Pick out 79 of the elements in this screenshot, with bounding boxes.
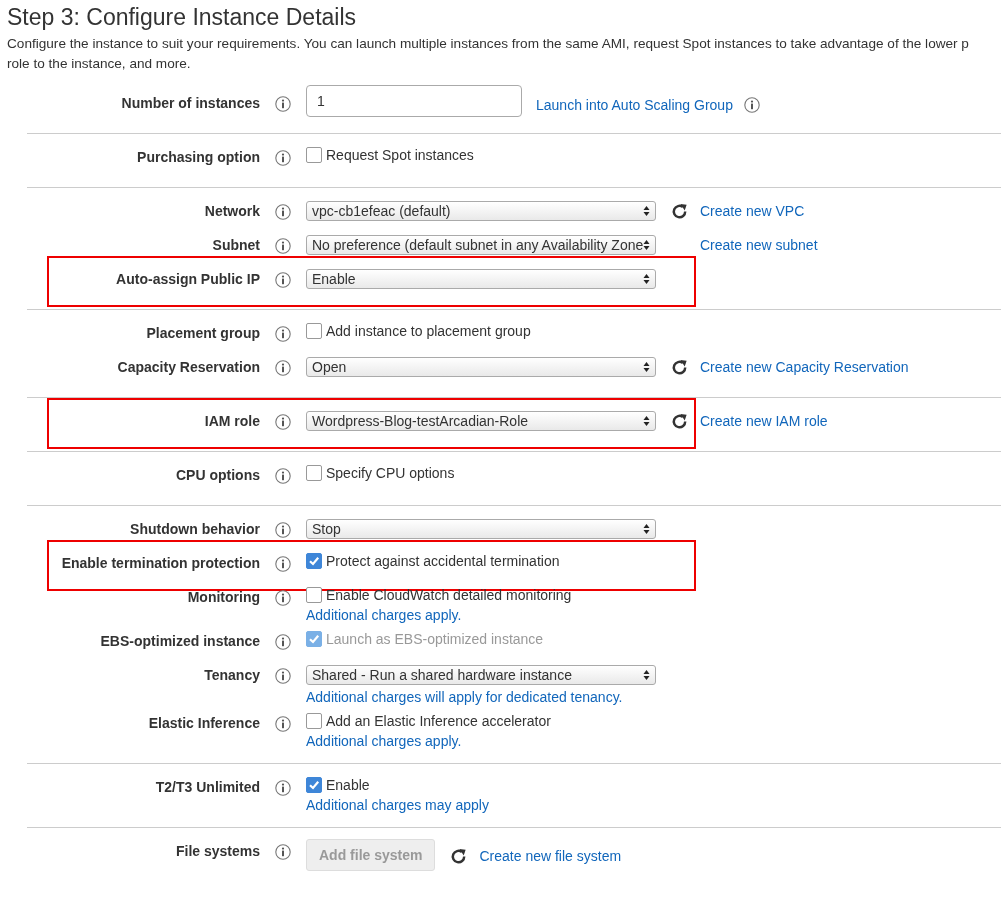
checkbox[interactable] — [306, 147, 322, 163]
field-label: Placement group — [146, 325, 260, 341]
info-icon[interactable] — [275, 272, 291, 288]
field-label: Number of instances — [121, 95, 260, 111]
dropdown-arrows-icon — [643, 361, 650, 373]
dropdown-select[interactable]: Shared - Run a shared hardware instance — [306, 665, 656, 685]
field-label: CPU options — [176, 467, 260, 483]
field-label: Monitoring — [187, 589, 260, 605]
info-icon[interactable] — [275, 468, 291, 484]
field-label: Enable termination protection — [61, 555, 260, 571]
dropdown-arrows-icon — [643, 523, 650, 535]
checkbox-label[interactable]: Enable — [326, 777, 370, 793]
field-label: Subnet — [212, 237, 260, 253]
checkbox-label[interactable]: Protect against accidental termination — [326, 553, 560, 569]
info-icon[interactable] — [275, 634, 291, 650]
info-icon[interactable] — [275, 522, 291, 538]
info-icon[interactable] — [275, 716, 291, 732]
dropdown-arrows-icon — [643, 669, 650, 681]
field-label: Shutdown behavior — [130, 521, 260, 537]
dropdown-arrows-icon — [643, 273, 650, 285]
checkbox-label[interactable]: Add an Elastic Inference accelerator — [326, 713, 551, 729]
number-input-field[interactable]: 1 — [306, 85, 522, 117]
checkbox-label[interactable]: Enable CloudWatch detailed monitoring — [326, 587, 572, 603]
dropdown-arrows-icon — [643, 415, 650, 427]
refresh-icon[interactable] — [670, 411, 689, 431]
checkbox-label[interactable]: Request Spot instances — [326, 147, 474, 163]
dropdown-select[interactable]: Wordpress-Blog-testArcadian-Role — [306, 411, 656, 431]
info-icon[interactable] — [275, 150, 291, 166]
checkbox[interactable] — [306, 323, 322, 339]
note-link[interactable]: Additional charges will apply for dedicated tenancy. — [306, 689, 1001, 705]
field-label: Purchasing option — [137, 149, 260, 165]
dropdown-arrows-icon — [643, 239, 650, 251]
field-label: Elastic Inference — [148, 715, 260, 731]
field-label: Auto-assign Public IP — [116, 271, 260, 287]
info-icon[interactable] — [275, 844, 291, 860]
info-icon[interactable] — [275, 360, 291, 376]
dropdown-select[interactable]: Enable — [306, 269, 656, 289]
note-link[interactable]: Additional charges may apply — [306, 797, 1001, 813]
field-label: IAM role — [204, 413, 260, 429]
field-label: T2/T3 Unlimited — [155, 779, 260, 795]
info-icon[interactable] — [275, 414, 291, 430]
link[interactable]: Create new VPC — [700, 203, 805, 219]
field-label: Tenancy — [204, 667, 260, 683]
refresh-icon[interactable] — [670, 357, 689, 377]
checkbox[interactable] — [306, 713, 322, 729]
refresh-icon[interactable] — [670, 201, 689, 221]
note-link[interactable]: Additional charges apply. — [306, 607, 1001, 623]
info-icon[interactable] — [275, 556, 291, 572]
checkbox[interactable] — [306, 587, 322, 603]
info-icon[interactable] — [275, 238, 291, 254]
link[interactable]: Create new file system — [479, 848, 622, 864]
dropdown-select[interactable]: Open — [306, 357, 656, 377]
link[interactable]: Launch into Auto Scaling Group — [536, 97, 733, 113]
field-label: Capacity Reservation — [117, 359, 260, 375]
info-icon[interactable] — [743, 97, 760, 113]
page-description: Configure the instance to suit your requirements. You can launch multiple instances from the same AMI, request Spot instances to take advantage of the lower p role to the instance, and more. — [7, 35, 970, 73]
info-icon[interactable] — [275, 668, 291, 684]
dropdown-select[interactable]: vpc-cb1efeac (default) — [306, 201, 656, 221]
info-icon[interactable] — [275, 326, 291, 342]
checkbox-label[interactable]: Specify CPU options — [326, 465, 455, 481]
dropdown-select[interactable]: Stop — [306, 519, 656, 539]
link[interactable]: Create new IAM role — [700, 413, 828, 429]
checkbox-label[interactable]: Add instance to placement group — [326, 323, 531, 339]
checkbox[interactable] — [306, 465, 322, 481]
checkbox[interactable] — [306, 777, 322, 793]
info-icon[interactable] — [275, 780, 291, 796]
field-label: File systems — [175, 843, 260, 859]
page-title: Step 3: Configure Instance Details — [7, 4, 358, 31]
checkbox[interactable] — [306, 553, 322, 569]
field-label: Network — [204, 203, 260, 219]
link[interactable]: Create new subnet — [700, 237, 818, 253]
link[interactable]: Create new Capacity Reservation — [700, 359, 909, 375]
dropdown-arrows-icon — [643, 205, 650, 217]
dropdown-select[interactable]: No preference (default subnet in any Availability Zone — [306, 235, 656, 255]
note-link[interactable]: Additional charges apply. — [306, 733, 1001, 749]
info-icon[interactable] — [275, 96, 291, 112]
info-icon[interactable] — [275, 204, 291, 220]
field-label: EBS-optimized instance — [100, 633, 260, 649]
info-icon[interactable] — [275, 590, 291, 606]
